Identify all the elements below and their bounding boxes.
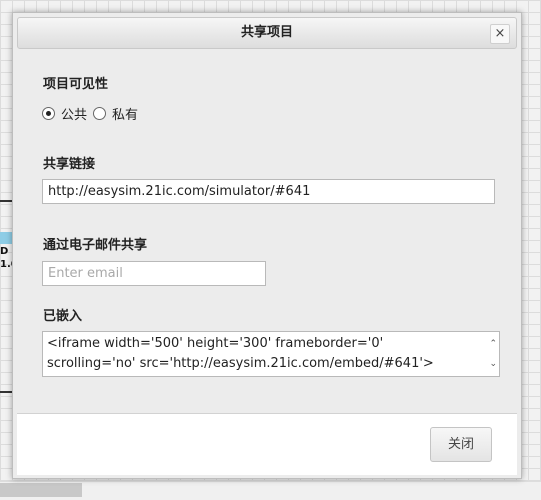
embed-code-line-1: <iframe width='500' height='300' framebo…: [47, 336, 384, 351]
embed-label: 已嵌入: [43, 309, 83, 324]
scroll-down-icon[interactable]: ⌄: [489, 354, 497, 374]
radio-private[interactable]: [93, 107, 107, 120]
share-link-field[interactable]: http://easysim.21ic.com/simulator/#641: [42, 179, 495, 204]
email-share-label: 通过电子邮件共享: [43, 238, 148, 253]
close-icon[interactable]: ×: [490, 24, 510, 44]
radio-public-label[interactable]: 公共: [61, 104, 87, 123]
horizontal-scrollbar-thumb[interactable]: [0, 483, 82, 497]
radio-private-label[interactable]: 私有: [112, 104, 138, 123]
visibility-radio-group: 公共 私有: [42, 104, 144, 123]
close-button[interactable]: 关闭: [430, 427, 492, 462]
share-project-dialog: 共享项目 × 项目可见性 公共 私有 共享链接 http://easysim.2…: [12, 12, 522, 479]
radio-public[interactable]: [42, 107, 55, 120]
email-input[interactable]: Enter email: [42, 261, 266, 286]
scroll-up-icon[interactable]: ⌃: [489, 334, 497, 354]
dialog-footer: 关闭: [17, 413, 517, 475]
dialog-title: 共享项目: [240, 25, 293, 40]
embed-code-line-2: scrolling='no' src='http://easysim.21ic.…: [47, 356, 434, 371]
share-link-label: 共享链接: [43, 157, 96, 172]
visibility-label: 项目可见性: [43, 77, 109, 92]
dialog-titlebar[interactable]: 共享项目 ×: [17, 17, 517, 49]
embed-code-textarea[interactable]: <iframe width='500' height='300' framebo…: [42, 331, 500, 377]
